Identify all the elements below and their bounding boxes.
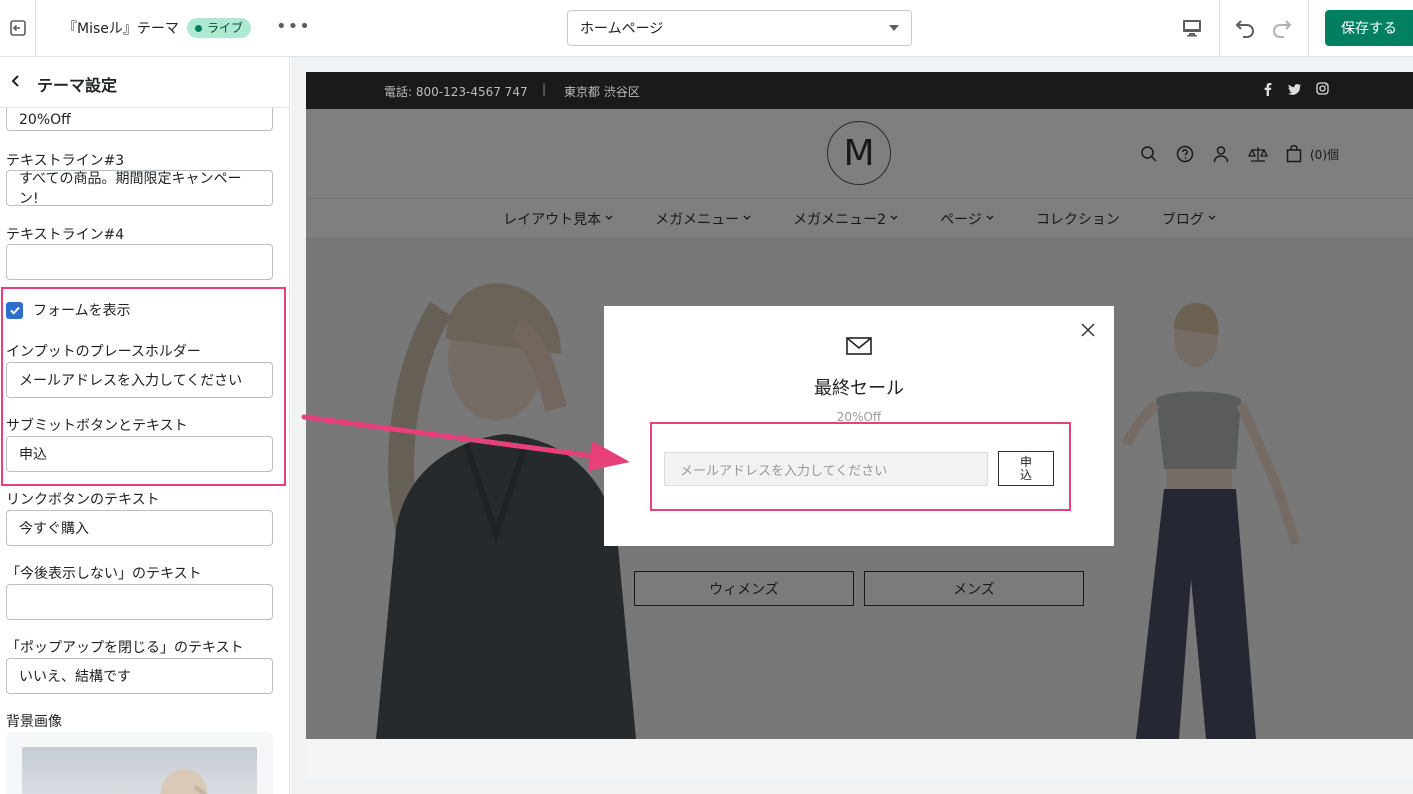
mail-icon: [846, 336, 872, 360]
undo-icon: [1235, 20, 1254, 38]
social-links: [1262, 82, 1329, 96]
bg-image-picker[interactable]: [6, 732, 273, 794]
separator: |: [542, 82, 547, 96]
text-line-4-label: テキストライン#4: [6, 227, 125, 243]
exit-button[interactable]: [0, 0, 36, 56]
model-image: [160, 769, 208, 794]
text-line-3-value: すべての商品。期間限定キャンペーン!: [19, 171, 242, 207]
text-line-2-value: 20%Off: [19, 112, 71, 128]
page-select[interactable]: ホームページ: [567, 10, 912, 46]
phone-text: 電話: 800-123-4567 747: [384, 85, 528, 99]
top-bar: 『Miseル』テーマ ライブ ••• ホームページ 保存する: [0, 0, 1413, 57]
twitter-icon[interactable]: [1288, 82, 1302, 96]
close-button[interactable]: [1080, 322, 1096, 342]
instagram-icon[interactable]: [1316, 82, 1329, 95]
undo-button[interactable]: [1233, 16, 1257, 44]
annotation-arrow-icon: [301, 414, 630, 471]
page-select-value: ホームページ: [580, 21, 664, 37]
settings-sidebar: テーマ設定 20%Off テキストライン#3 すべての商品。期間限定キャンペーン…: [0, 57, 290, 794]
redo-icon: [1273, 20, 1292, 38]
redo-button[interactable]: [1270, 16, 1294, 44]
live-badge: ライブ: [187, 18, 252, 38]
bg-image-label: 背景画像: [6, 714, 62, 730]
exit-icon: [9, 20, 26, 36]
divider: [1308, 0, 1309, 56]
more-actions-button[interactable]: •••: [276, 16, 311, 37]
device-preview-button[interactable]: [1180, 16, 1204, 44]
close-icon: [1081, 323, 1095, 337]
caret-down-icon: [889, 25, 899, 31]
close-popup-value: いいえ、結構です: [19, 669, 131, 685]
popup-title: 最終セール: [814, 378, 904, 399]
announcement-bar: 電話: 800-123-4567 747 | 東京都 渋谷区: [306, 72, 1413, 109]
link-button-label: リンクボタンのテキスト: [6, 492, 160, 508]
facebook-icon[interactable]: [1262, 82, 1274, 96]
live-dot-icon: [195, 24, 202, 32]
link-button-value: 今すぐ購入: [19, 521, 89, 537]
divider: [1219, 0, 1220, 56]
address-text: 東京都 渋谷区: [564, 85, 640, 99]
dont-show-input[interactable]: [6, 584, 273, 620]
chevron-left-icon: [11, 75, 19, 87]
text-line-4-input[interactable]: [6, 244, 273, 280]
link-button-input[interactable]: 今すぐ購入: [6, 510, 273, 546]
close-popup-input[interactable]: いいえ、結構です: [6, 658, 273, 694]
bg-image-thumbnail[interactable]: [22, 747, 257, 794]
text-line-3-input[interactable]: すべての商品。期間限定キャンペーン!: [6, 170, 273, 207]
theme-title: 『Miseル』テーマ: [63, 21, 179, 37]
sidebar-title: テーマ設定: [37, 76, 118, 95]
text-line-3-label: テキストライン#3: [6, 153, 125, 169]
highlight-box: [650, 422, 1071, 511]
highlight-box: [1, 287, 286, 486]
dont-show-label: 「今後表示しない」のテキスト: [6, 566, 202, 582]
theme-editor: 『Miseル』テーマ ライブ ••• ホームページ 保存する テーマ設定 20%…: [0, 0, 1413, 794]
back-button[interactable]: [10, 73, 22, 93]
desktop-icon: [1183, 20, 1201, 37]
sidebar-header: テーマ設定: [0, 57, 289, 108]
close-popup-label: 「ポップアップを閉じる」のテキスト: [6, 640, 244, 656]
preview-footer-strip: [306, 739, 1413, 779]
save-button[interactable]: 保存する: [1325, 10, 1413, 46]
live-badge-label: ライブ: [207, 21, 244, 35]
